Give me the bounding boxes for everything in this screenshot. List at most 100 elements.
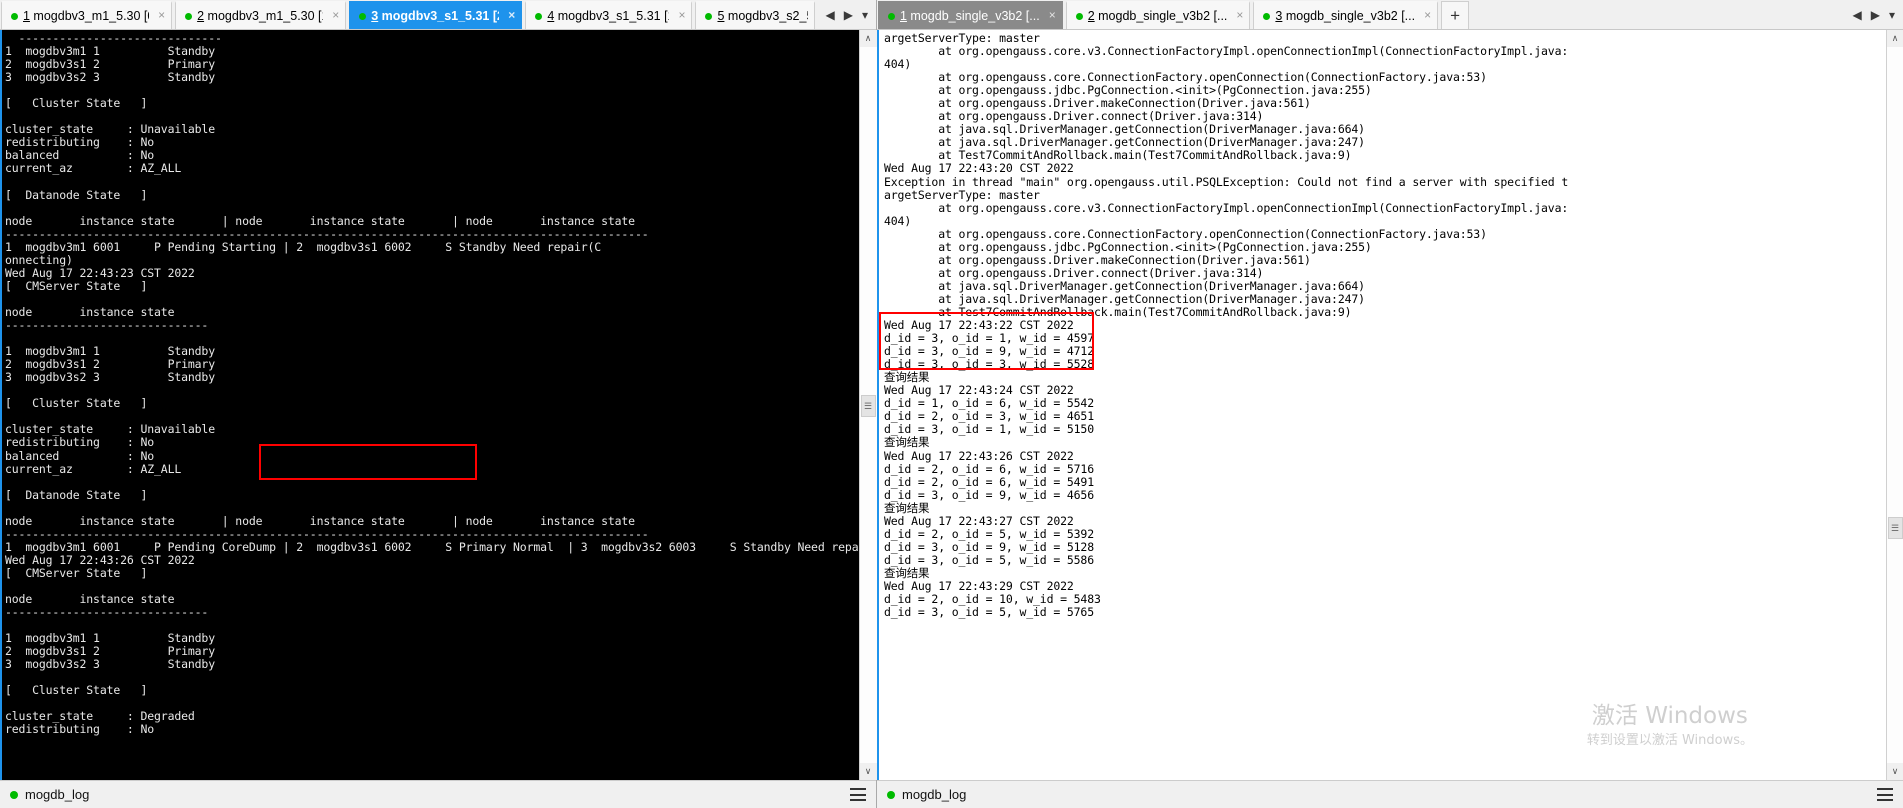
close-icon[interactable]: × [678,9,685,23]
tab-label: mogdbv3_s1_5.31 [1] [554,9,670,23]
right-terminal-panel: 1 mogdb_single_v3b2 [... × 2 mogdb_singl… [877,0,1903,808]
terminal-line: at org.opengauss.Driver.connect(Driver.j… [884,265,1264,280]
left-tab-nav: ◀ ▶ ▾ [817,0,876,29]
terminal-line: at java.sql.DriverManager.getConnection(… [884,278,1365,293]
terminal-line: d_id = 2, o_id = 6, w_id = 5716 [884,461,1094,476]
right-menu-icon[interactable] [1877,788,1893,801]
left-terminal-output[interactable]: ------------------------------ 1 mogdbv3m… [0,30,859,780]
terminal-line: onnecting) [5,252,73,267]
left-scroll-track[interactable]: ☰ [859,47,877,763]
terminal-line: ----------------------------------------… [5,526,649,541]
left-tab-bar: 1 mogdbv3_m1_5.30 [0] × 2 mogdbv3_m1_5.3… [0,0,876,30]
terminal-line: Wed Aug 17 22:43:26 CST 2022 [5,552,195,567]
terminal-line: ------------------------------ [5,605,209,620]
new-tab-button[interactable]: + [1441,1,1470,29]
terminal-line: d_id = 3, o_id = 3, w_id = 5528 [884,357,1094,372]
terminal-line: current_az : AZ_ALL [5,161,182,176]
terminal-line: d_id = 3, o_id = 9, w_id = 4656 [884,487,1094,502]
tab-status-dot-icon [11,12,18,20]
tab-scroll-left-icon[interactable]: ◀ [1853,8,1862,22]
close-icon[interactable]: × [508,9,515,23]
tab-mogdb-single-v3b2-1[interactable]: 1 mogdb_single_v3b2 [... × [878,1,1063,29]
tab-mogdbv3-s1-531-2[interactable]: 3 mogdbv3_s1_5.31 [2] × [349,1,523,29]
close-icon[interactable]: × [1049,9,1056,23]
tab-label: mogdb_single_v3b2 [... [1094,9,1228,23]
terminal-line: redistributing : No [5,435,155,450]
terminal-line: current_az : AZ_ALL [5,461,182,476]
close-icon[interactable]: × [1236,9,1243,23]
terminal-line: d_id = 3, o_id = 9, w_id = 5128 [884,539,1094,554]
tab-status-dot-icon [888,12,895,20]
tab-index: 1 [900,9,907,23]
close-icon[interactable]: × [1424,9,1431,23]
status-dot-icon [887,790,895,799]
terminal-line: 1 mogdbv3m1 6001 P Pending CoreDump | 2 … [5,539,859,554]
terminal-line: 查询结果 [884,565,930,580]
tab-mogdbv3-s2-5[interactable]: 5 mogdbv3_s2_5. [695,1,816,29]
tab-mogdb-single-v3b2-3[interactable]: 3 mogdb_single_v3b2 [... × [1253,1,1439,29]
tab-label: mogdb_single_v3b2 [... [1282,9,1416,23]
terminal-line: ----------------------------------------… [5,226,649,241]
tab-bar-spacer [1471,0,1844,29]
left-terminal-panel: 1 mogdbv3_m1_5.30 [0] × 2 mogdbv3_m1_5.3… [0,0,877,808]
terminal-line: 3 mogdbv3s2 3 Standby [5,70,215,85]
tab-index: 1 [23,9,30,23]
tab-scroll-right-icon[interactable]: ▶ [844,8,853,22]
scroll-up-icon[interactable]: ∧ [859,30,877,47]
terminal-line: at org.opengauss.jdbc.PgConnection.<init… [884,239,1372,254]
right-tab-bar: 1 mogdb_single_v3b2 [... × 2 mogdb_singl… [877,0,1903,30]
right-scroll-thumb[interactable]: ☰ [1887,517,1903,539]
left-menu-icon[interactable] [850,788,866,801]
terminal-line: balanced : No [5,448,155,463]
scroll-down-icon[interactable]: ∨ [1886,763,1903,780]
terminal-line: [ Cluster State ] [5,396,148,411]
tab-status-dot-icon [535,12,543,20]
right-terminal-output[interactable]: argetServerType: master at org.opengauss… [877,30,1886,780]
right-status-label: mogdb_log [902,787,967,802]
tab-status-dot-icon [185,12,193,20]
right-terminal-area: argetServerType: master at org.opengauss… [877,30,1903,780]
tab-label: mogdbv3_s2_5. [724,9,809,23]
left-terminal-area: ------------------------------ 1 mogdbv3m… [0,30,877,780]
tab-scroll-right-icon[interactable]: ▶ [1871,8,1880,22]
right-tab-nav: ◀ ▶ ▾ [1845,0,1903,29]
tab-label: mogdbv3_s1_5.31 [2] [378,9,500,23]
scroll-down-icon[interactable]: ∨ [859,763,877,780]
terminal-line: Wed Aug 17 22:43:20 CST 2022 [884,161,1074,176]
tab-menu-chevron-down-icon[interactable]: ▾ [862,8,868,22]
close-icon[interactable]: × [332,9,339,23]
terminal-line: at org.opengauss.core.v3.ConnectionFacto… [884,44,1569,59]
terminal-line: at org.opengauss.core.v3.ConnectionFacto… [884,200,1569,215]
terminal-line: argetServerType: master [884,187,1040,202]
right-scroll-track[interactable]: ☰ [1886,47,1903,763]
terminal-line: node instance state | node instance stat… [5,513,635,528]
terminal-line: 3 mogdbv3s2 3 Standby [5,657,215,672]
terminal-line: d_id = 2, o_id = 6, w_id = 5491 [884,474,1094,489]
left-scroll-thumb[interactable]: ☰ [860,395,876,417]
tab-mogdbv3-m1-530-1[interactable]: 2 mogdbv3_m1_5.30 [1] × [175,1,347,29]
scroll-up-icon[interactable]: ∧ [1886,30,1903,47]
terminal-line: [ Cluster State ] [5,96,148,111]
tab-status-dot-icon [1075,12,1083,20]
tab-mogdb-single-v3b2-2[interactable]: 2 mogdb_single_v3b2 [... × [1065,1,1251,29]
tab-status-dot-icon [705,12,713,20]
close-icon[interactable]: × [158,9,165,23]
tab-menu-chevron-down-icon[interactable]: ▾ [1889,8,1895,22]
right-scrollbar[interactable]: ∧ ☰ ∨ [1886,30,1903,780]
tab-status-dot-icon [359,12,367,20]
left-scrollbar[interactable]: ∧ ☰ ∨ [859,30,877,780]
terminal-line: 1 mogdbv3m1 6001 P Pending Starting | 2 … [5,239,602,254]
tab-scroll-left-icon[interactable]: ◀ [825,8,834,22]
terminal-line: Wed Aug 17 22:43:27 CST 2022 [884,513,1074,528]
tab-mogdbv3-s1-531-1[interactable]: 4 mogdbv3_s1_5.31 [1] × [525,1,693,29]
right-status-bar: mogdb_log [877,780,1903,808]
terminal-line: d_id = 3, o_id = 5, w_id = 5586 [884,552,1094,567]
terminal-line: [ Cluster State ] [5,683,148,698]
terminal-line: at org.opengauss.Driver.makeConnection(D… [884,252,1311,267]
status-dot-icon [10,790,18,799]
app-window: 1 mogdbv3_m1_5.30 [0] × 2 mogdbv3_m1_5.3… [0,0,1903,808]
tab-mogdbv3-m1-530-0[interactable]: 1 mogdbv3_m1_5.30 [0] × [1,1,173,29]
